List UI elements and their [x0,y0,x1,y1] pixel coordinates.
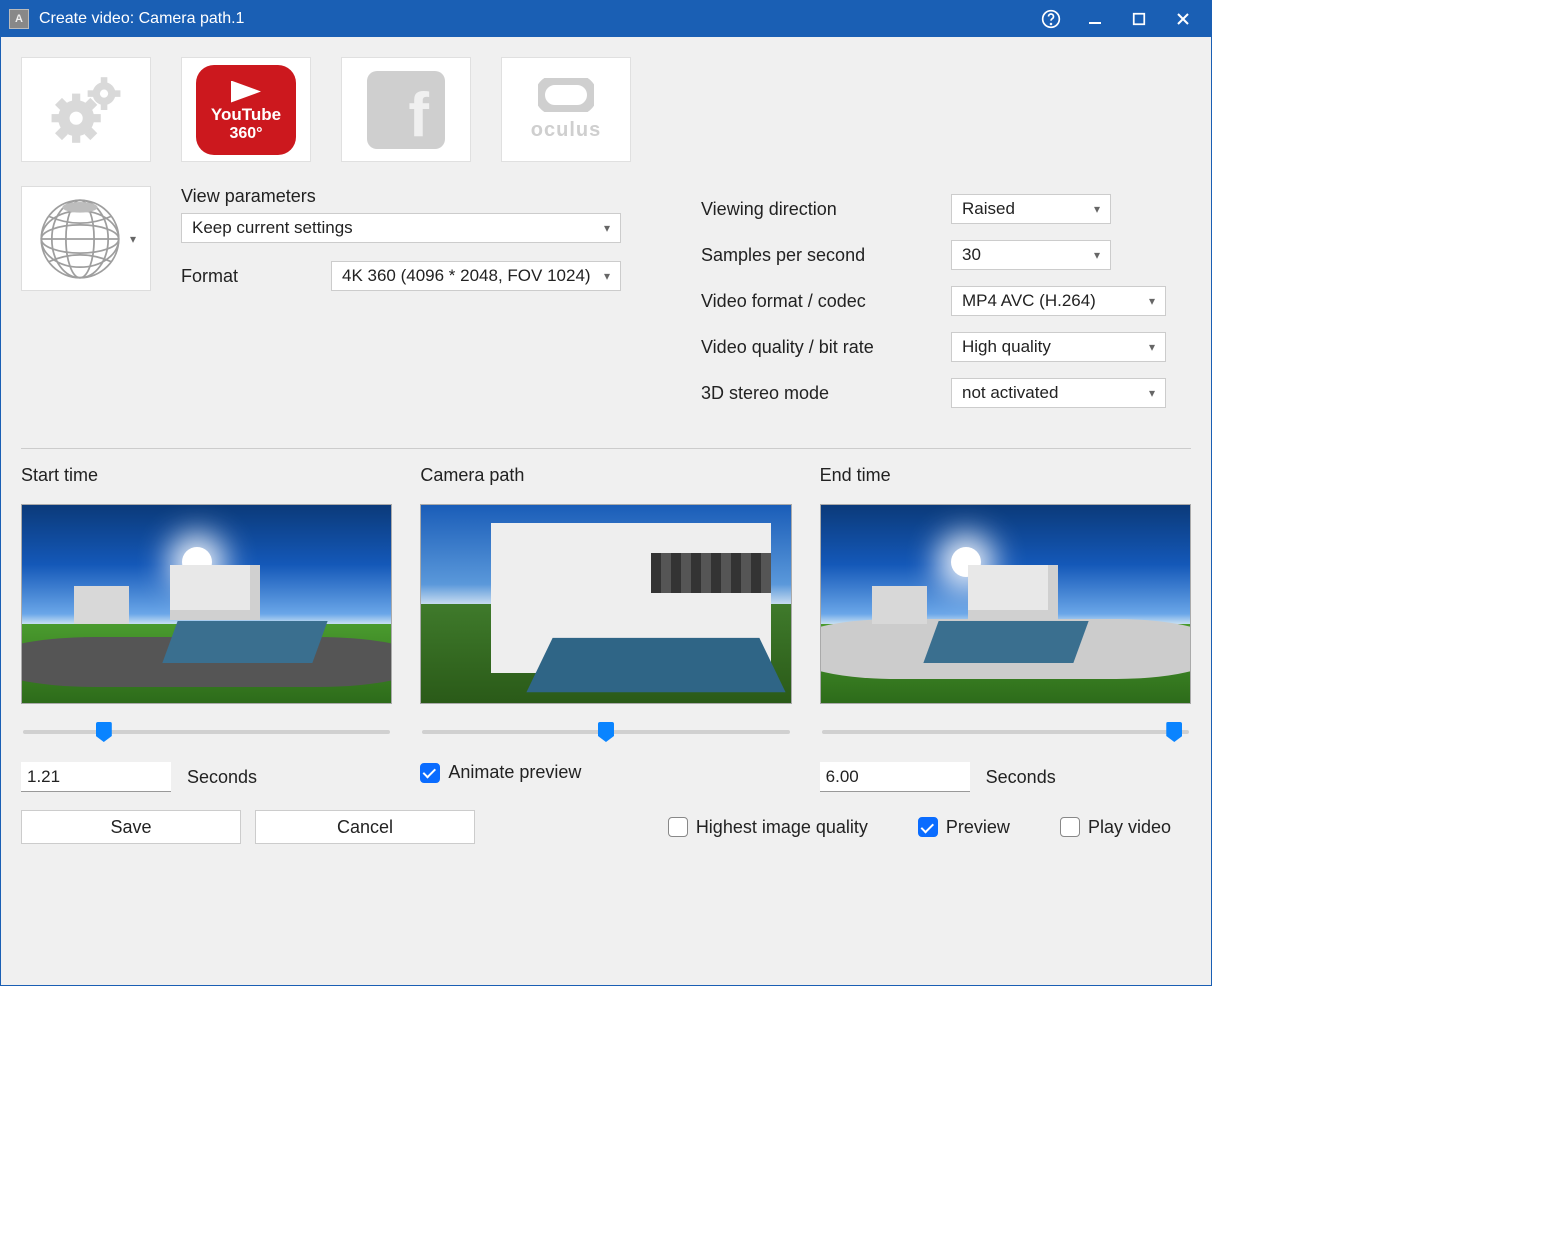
format-select[interactable]: 4K 360 (4096 * 2048, FOV 1024)▾ [331,261,621,291]
preset-custom-button[interactable] [21,57,151,162]
end-time-input[interactable] [820,762,970,792]
preview-label: Preview [946,817,1010,838]
create-video-dialog: A Create video: Camera path.1 [0,0,1212,986]
samples-per-second-label: Samples per second [701,245,951,266]
preview-panel: Start time Seconds Camera path [21,448,1191,975]
animate-preview-label: Animate preview [448,762,581,783]
end-time-slider[interactable] [822,722,1189,742]
titlebar: A Create video: Camera path.1 [1,1,1211,37]
view-parameters-label: View parameters [181,186,331,207]
oculus-icon: oculus [531,78,601,142]
highest-quality-label: Highest image quality [696,817,868,838]
dialog-content: YouTube 360° f oculus [1,37,1211,985]
video-quality-select[interactable]: High quality▾ [951,332,1166,362]
chevron-down-icon: ▾ [1094,202,1100,216]
highest-quality-checkbox[interactable] [668,817,688,837]
camera-path-column: Camera path Animate preview [420,465,791,792]
seconds-label: Seconds [187,767,257,788]
seconds-label: Seconds [986,767,1056,788]
start-time-input[interactable] [21,762,171,792]
viewing-direction-label: Viewing direction [701,199,951,220]
close-button[interactable] [1171,7,1195,31]
gears-icon [45,69,127,151]
minimize-button[interactable] [1083,7,1107,31]
video-codec-select[interactable]: MP4 AVC (H.264)▾ [951,286,1166,316]
camera-path-thumbnail [420,504,791,704]
left-params: View parameters Keep current settings▾ F… [181,186,671,307]
start-time-thumbnail [21,504,392,704]
start-time-label: Start time [21,465,392,486]
help-button[interactable] [1039,7,1063,31]
window-title: Create video: Camera path.1 [39,10,1039,28]
start-time-slider[interactable] [23,722,390,742]
chevron-down-icon: ▾ [1149,386,1155,400]
cancel-button[interactable]: Cancel [255,810,475,844]
camera-path-slider[interactable] [422,722,789,742]
preset-row: YouTube 360° f oculus [21,57,1191,162]
chevron-down-icon: ▾ [1149,340,1155,354]
preset-youtube360-button[interactable]: YouTube 360° [181,57,311,162]
chevron-down-icon: ▾ [1094,248,1100,262]
format-label: Format [181,266,331,287]
bottom-bar: Save Cancel Highest image quality Previe… [21,810,1191,844]
stereo-mode-label: 3D stereo mode [701,383,951,404]
chevron-down-icon: ▾ [604,221,610,235]
preset-facebook-button[interactable]: f [341,57,471,162]
save-button[interactable]: Save [21,810,241,844]
end-time-column: End time Seconds [820,465,1191,792]
chevron-down-icon: ▾ [1149,294,1155,308]
app-icon: A [9,9,29,29]
samples-per-second-select[interactable]: 30▾ [951,240,1111,270]
chevron-down-icon: ▾ [604,269,610,283]
end-time-label: End time [820,465,1191,486]
camera-path-label: Camera path [420,465,791,486]
end-time-thumbnail [820,504,1191,704]
preset-oculus-button[interactable]: oculus [501,57,631,162]
play-video-label: Play video [1088,817,1171,838]
facebook-icon: f [367,71,445,149]
params-row: ▾ View parameters Keep current settings▾… [21,186,1191,424]
right-params: Viewing direction Raised▾ Samples per se… [701,186,1191,424]
viewing-direction-select[interactable]: Raised▾ [951,194,1111,224]
globe-icon [36,195,124,283]
start-time-column: Start time Seconds [21,465,392,792]
animate-preview-checkbox[interactable] [420,763,440,783]
view-parameters-select[interactable]: Keep current settings▾ [181,213,621,243]
youtube-360-icon: YouTube 360° [196,65,296,155]
play-video-checkbox[interactable] [1060,817,1080,837]
stereo-mode-select[interactable]: not activated▾ [951,378,1166,408]
chevron-down-icon: ▾ [130,232,136,246]
video-quality-label: Video quality / bit rate [701,337,951,358]
projection-globe-button[interactable]: ▾ [21,186,151,291]
maximize-button[interactable] [1127,7,1151,31]
video-codec-label: Video format / codec [701,291,951,312]
preview-checkbox[interactable] [918,817,938,837]
